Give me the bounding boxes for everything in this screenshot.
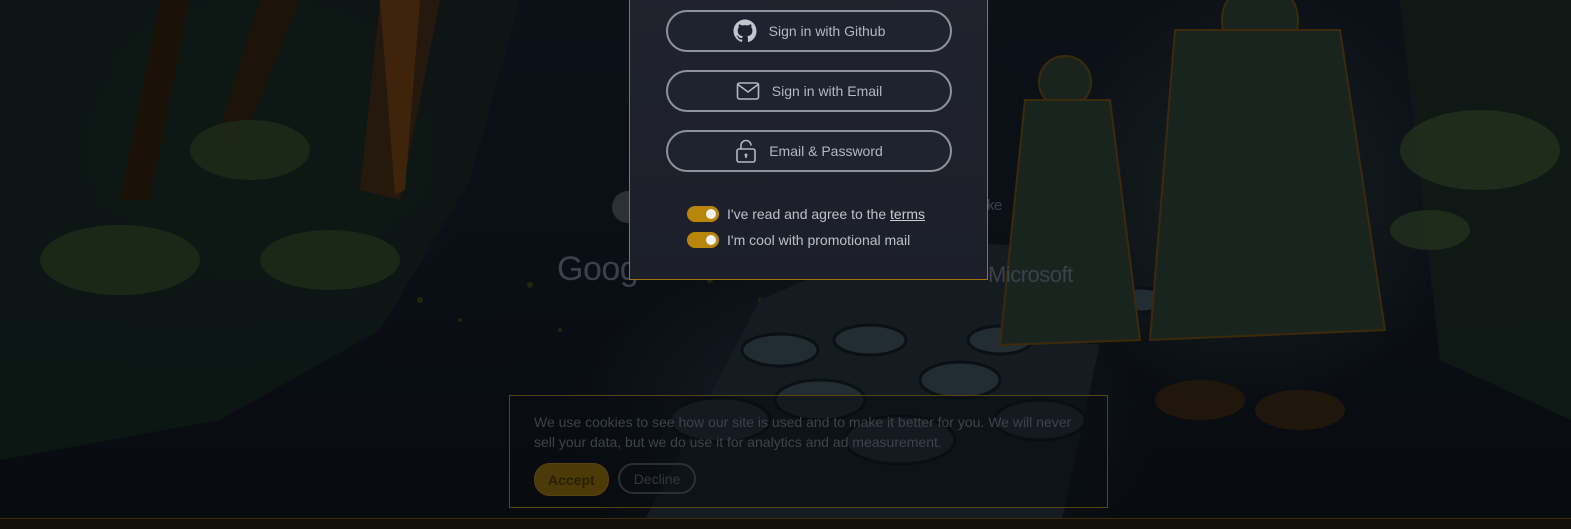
email-password-label: Email & Password	[769, 143, 883, 159]
terms-toggle[interactable]	[687, 206, 719, 222]
background-partial-text: ke	[987, 197, 1002, 214]
github-signin-label: Sign in with Github	[768, 23, 886, 39]
promo-label: I'm cool with promotional mail	[727, 232, 911, 248]
unlock-icon	[735, 139, 757, 163]
login-page: ke Goog Microsoft Sign in with Github Si…	[0, 0, 1571, 529]
google-logo-text: Goog	[557, 250, 639, 288]
cookie-message: We use cookies to see how our site is us…	[534, 414, 1072, 450]
promo-toggle[interactable]	[687, 232, 719, 248]
github-signin-button[interactable]: Sign in with Github	[666, 10, 952, 52]
toggle-knob	[706, 235, 716, 245]
footer-strip	[0, 518, 1571, 529]
terms-prefix-text: I've read and agree to the	[727, 206, 891, 222]
promo-consent-row: I'm cool with promotional mail	[687, 232, 910, 248]
accept-cookies-button[interactable]: Accept	[534, 463, 609, 496]
email-signin-button[interactable]: Sign in with Email	[666, 70, 952, 112]
decline-cookies-button[interactable]: Decline	[617, 463, 697, 494]
terms-link[interactable]: terms	[890, 206, 925, 222]
microsoft-logo-text: Microsoft	[988, 262, 1073, 287]
toggle-knob	[706, 209, 716, 219]
terms-consent-row: I've read and agree to the terms	[687, 206, 925, 222]
cookie-actions: Accept Decline	[534, 463, 1083, 496]
cookie-banner: We use cookies to see how our site is us…	[509, 395, 1108, 508]
terms-label: I've read and agree to the terms	[727, 206, 925, 222]
github-icon	[733, 19, 757, 43]
email-signin-label: Sign in with Email	[771, 83, 883, 99]
signin-modal: Sign in with Github Sign in with Email E…	[629, 0, 988, 280]
mail-icon	[736, 81, 760, 101]
email-password-button[interactable]: Email & Password	[666, 130, 952, 172]
